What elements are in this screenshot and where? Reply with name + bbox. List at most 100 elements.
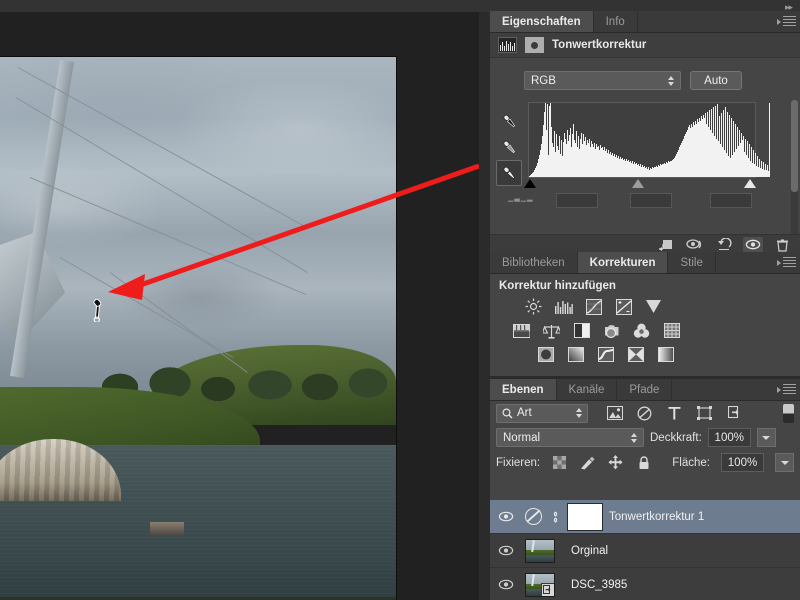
input-levels-fields [520,193,760,208]
white-input-field[interactable] [710,193,752,208]
color-lookup-icon[interactable] [661,321,682,340]
exposure-icon[interactable] [613,297,634,316]
brightness-contrast-icon[interactable] [523,297,544,316]
preview-toggle-icon[interactable] [685,237,705,253]
filter-kind-select[interactable]: Art [496,403,588,423]
adjustments-row-3 [490,345,800,364]
adjustments-tab-row: Bibliotheken Korrekturen Stile [490,252,800,274]
adjustment-layer-icon [525,508,542,525]
layer-mask-thumbnail[interactable] [567,502,603,531]
channel-select-value: RGB [531,74,556,87]
levels-body: RGB Auto ▁▃▁▂ [490,58,800,254]
layer-thumbnail[interactable] [525,572,555,597]
chevron-updown-icon [668,75,674,86]
selective-color-icon[interactable] [625,345,646,364]
tab-bibliotheken[interactable]: Bibliotheken [490,252,578,273]
invert-icon[interactable] [535,345,556,364]
gradient-map-icon[interactable] [655,345,676,364]
tab-info[interactable]: Info [593,11,638,32]
table-row[interactable]: DSC_3985 [490,568,800,600]
fill-dropdown-icon[interactable] [775,453,794,472]
layer-visibility-icon[interactable] [494,511,518,522]
fill-value[interactable]: 100% [721,453,764,472]
threshold-icon[interactable] [595,345,616,364]
gray-point-eyedropper[interactable] [496,134,522,160]
posterize-icon[interactable] [565,345,586,364]
tab-ebenen[interactable]: Ebenen [490,379,557,400]
curves-icon[interactable] [583,297,604,316]
layers-tab-row: Ebenen Kanäle Pfade [490,379,800,401]
tab-korrekturen[interactable]: Korrekturen [577,252,669,273]
layer-thumbnail[interactable] [525,538,555,563]
adjustments-panel-menu-icon[interactable] [776,252,800,273]
eyedropper-cursor [84,296,110,323]
tab-pfade[interactable]: Pfade [617,379,673,400]
lock-all-icon[interactable] [635,455,652,471]
adjustments-row-1 [490,297,800,316]
photo-floating-dock [150,522,184,535]
properties-header: Tonwertkorrektur [490,33,800,58]
opacity-dropdown-icon[interactable] [756,428,776,447]
gamma-handle[interactable] [632,179,644,188]
filter-enable-toggle[interactable] [783,403,794,423]
table-row[interactable]: Tonwertkorrektur 1 [490,500,800,534]
white-point-handle[interactable] [744,179,756,188]
adjustments-body: Korrektur hinzufügen [490,274,800,375]
histogram-bar [769,103,770,177]
table-row[interactable]: Orginal [490,534,800,568]
shape-filter-icon[interactable] [696,405,713,421]
white-point-eyedropper[interactable] [496,160,522,186]
smart-object-filter-icon[interactable] [726,405,743,421]
histogram-icon[interactable] [498,37,517,53]
gamma-input-field[interactable] [630,193,672,208]
lock-transparency-icon[interactable] [551,455,568,471]
properties-footer [490,234,800,254]
vibrance-icon[interactable] [643,297,664,316]
smart-object-badge-icon [541,582,554,596]
layer-visibility-icon[interactable] [494,579,518,590]
workspace-top-strip [0,0,479,12]
black-white-icon[interactable] [571,321,592,340]
color-balance-icon[interactable] [541,321,562,340]
layer-filter-icons [606,405,743,421]
type-filter-icon[interactable] [666,405,683,421]
lock-image-icon[interactable] [579,455,596,471]
tab-kanaele[interactable]: Kanäle [556,379,618,400]
mask-icon[interactable] [525,37,544,53]
layers-panel: Ebenen Kanäle Pfade Art Normal Deckkraft… [490,379,800,600]
visibility-icon[interactable] [743,236,763,253]
levels-icon[interactable] [553,297,574,316]
tab-stile[interactable]: Stile [668,252,716,273]
photo-filter-icon[interactable] [601,321,622,340]
adjustment-filter-icon[interactable] [636,405,653,421]
black-input-field[interactable] [556,193,598,208]
layer-name: Tonwertkorrektur 1 [609,510,705,523]
filter-kind-label: Art [517,407,532,419]
blend-mode-value: Normal [503,431,541,444]
hue-saturation-icon[interactable] [511,321,532,340]
blend-mode-select[interactable]: Normal [496,428,644,447]
pixel-filter-icon[interactable] [606,405,623,421]
layer-visibility-icon[interactable] [494,545,518,556]
properties-panel-menu-icon[interactable] [776,11,800,32]
opacity-value[interactable]: 100% [707,428,751,447]
opacity-label: Deckkraft: [650,431,702,444]
layers-panel-menu-icon[interactable] [776,379,800,400]
auto-button[interactable]: Auto [690,71,742,90]
adjustments-title: Korrektur hinzufügen [499,280,616,292]
delete-icon[interactable] [772,237,792,253]
input-levels-slider[interactable] [524,178,758,190]
document-image[interactable] [0,57,396,600]
channel-mixer-icon[interactable] [631,321,652,340]
black-point-eyedropper[interactable] [496,108,522,134]
reset-icon[interactable] [714,237,734,253]
clip-to-layer-icon[interactable] [656,237,676,253]
properties-scrollbar[interactable] [791,100,798,250]
channel-select[interactable]: RGB [524,71,681,90]
tab-filler [715,252,778,273]
canvas-area[interactable] [0,12,479,600]
lock-position-icon[interactable] [607,455,624,471]
tab-eigenschaften[interactable]: Eigenschaften [490,11,594,32]
link-mask-icon[interactable] [549,510,561,524]
black-point-handle[interactable] [524,179,536,188]
